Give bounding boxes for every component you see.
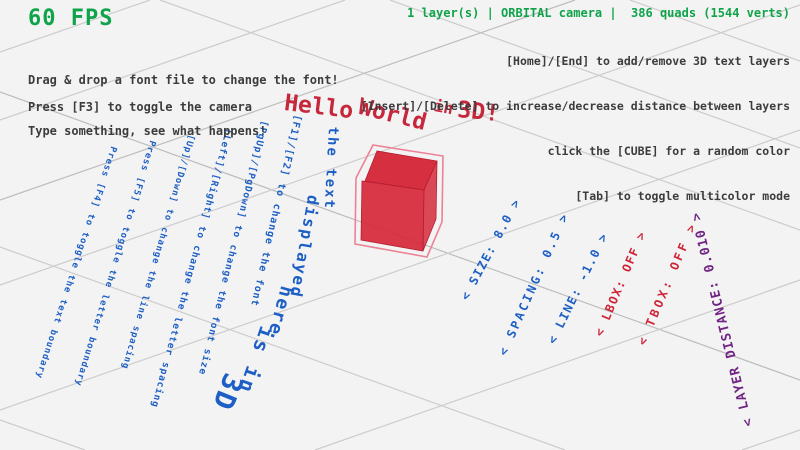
hud-right-hints: [Home]/[End] to add/remove 3D text layer… [361,24,790,234]
hint-camera-toggle: Press [F3] to toggle the camera [28,100,252,114]
hint-multicolor: [Tab] to toggle multicolor mode [361,189,790,204]
hint-cube-color: click the [CUBE] for a random color [361,144,790,159]
hint-drag-drop: Drag & drop a font file to change the fo… [28,72,339,89]
hint-layers: [Home]/[End] to add/remove 3D text layer… [361,54,790,69]
hint-distance: [Insert]/[Delete] to increase/decrease d… [361,99,790,114]
hint-type: Type something, see what happens! [28,123,339,140]
fps-counter: 60 FPS [28,6,113,31]
status-bar: 1 layer(s) | ORBITAL camera | 386 quads … [407,6,790,20]
viewport-3d: Hello World in 3D! the text displayed he… [0,0,800,450]
